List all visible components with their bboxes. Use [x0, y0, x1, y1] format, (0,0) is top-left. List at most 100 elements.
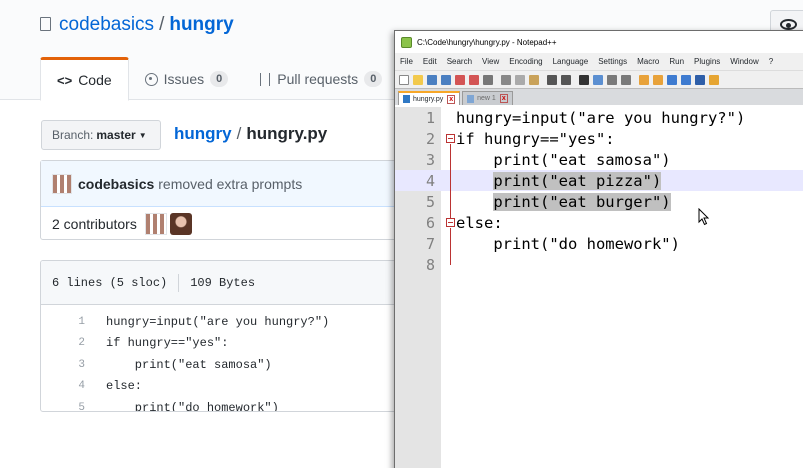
author-avatar[interactable]	[52, 173, 72, 194]
branch-select-button[interactable]: Branch: master ▼	[41, 120, 161, 150]
menu-item-plugins[interactable]: Plugins	[694, 57, 720, 66]
code-editor[interactable]: 1 hungry=input("are you hungry?") 2 if h…	[395, 107, 803, 468]
menu-item-edit[interactable]: Edit	[423, 57, 437, 66]
repo-book-icon	[40, 17, 51, 31]
line-number[interactable]: 2	[41, 337, 85, 349]
file-size: 109 Bytes	[190, 275, 256, 290]
menu-item-window[interactable]: Window	[730, 57, 758, 66]
fold-toggle-icon[interactable]	[446, 218, 455, 227]
latest-commit-row: codebasics removed extra prompts	[41, 161, 439, 207]
menu-item-language[interactable]: Language	[553, 57, 589, 66]
window-title: C:\Code\hungry\hungry.py - Notepad++	[417, 37, 557, 47]
tab-code[interactable]: <> Code	[40, 57, 129, 101]
contributors-link[interactable]: 2 contributors	[52, 216, 137, 232]
doc-tab-new-1[interactable]: new 1 x	[462, 91, 513, 105]
editor-line-number: 4	[425, 171, 435, 190]
copy-icon[interactable]	[515, 74, 525, 85]
editor-line: 8	[395, 254, 803, 275]
contributor-avatar[interactable]	[144, 213, 167, 235]
open-folder-icon[interactable]	[413, 74, 423, 85]
save-icon[interactable]	[427, 74, 437, 85]
zoom-in-icon[interactable]	[607, 74, 617, 85]
code-line: 1 hungry=input("are you hungry?")	[41, 311, 439, 333]
undo-icon[interactable]	[547, 74, 557, 85]
tab-issues[interactable]: Issues 0	[129, 57, 245, 101]
mouse-cursor-icon	[698, 208, 710, 226]
repo-name-link[interactable]: hungry	[169, 14, 233, 35]
commit-author-link[interactable]: codebasics	[78, 176, 154, 192]
repo-title: codebasics / hungry	[40, 14, 234, 36]
pull-request-icon	[260, 72, 271, 86]
new-file-icon[interactable]	[399, 74, 409, 85]
sync-scroll-icon[interactable]	[639, 74, 649, 85]
close-file-icon[interactable]	[455, 74, 465, 85]
code-text: hungry=input("are you hungry?")	[106, 315, 329, 329]
close-all-icon[interactable]	[469, 74, 479, 85]
fold-guide-line	[450, 144, 451, 224]
commit-info-box: codebasics removed extra prompts 2 contr…	[40, 160, 440, 240]
line-number[interactable]: 3	[41, 359, 85, 371]
line-number[interactable]: 4	[41, 380, 85, 392]
contributor-avatar[interactable]	[169, 213, 192, 235]
issue-icon	[144, 72, 158, 86]
menu-item-encoding[interactable]: Encoding	[509, 57, 542, 66]
file-header-divider	[178, 273, 180, 292]
code-text: print("do homework")	[106, 401, 279, 411]
issues-count-badge: 0	[210, 71, 229, 87]
find-icon[interactable]	[579, 74, 589, 85]
document-tab-bar: hungry.py x new 1 x	[395, 88, 803, 105]
editor-line: 1 hungry=input("are you hungry?")	[395, 107, 803, 128]
function-list-icon[interactable]	[709, 74, 719, 85]
code-text: print("eat samosa")	[106, 358, 272, 372]
menu-item-help[interactable]: ?	[769, 57, 773, 66]
editor-line-number: 1	[425, 108, 435, 127]
breadcrumb-repo-link[interactable]: hungry	[174, 124, 232, 143]
editor-line-number: 5	[425, 192, 435, 211]
menu-item-view[interactable]: View	[482, 57, 499, 66]
save-all-icon[interactable]	[441, 74, 451, 85]
close-tab-icon[interactable]: x	[447, 94, 456, 104]
window-title-bar[interactable]: C:\Code\hungry\hungry.py - Notepad++	[395, 31, 803, 53]
editor-line-code: print("eat samosa")	[456, 150, 671, 169]
doc-map-icon[interactable]	[695, 74, 705, 85]
menu-item-run[interactable]: Run	[669, 57, 684, 66]
repo-owner-link[interactable]: codebasics	[59, 14, 154, 35]
code-line-text: hungry=input("are you hungry?")	[106, 314, 330, 329]
breadcrumb-file-name: hungry.py	[246, 124, 328, 143]
menu-item-settings[interactable]: Settings	[598, 57, 627, 66]
editor-line: 2 if hungry=="yes":	[395, 128, 803, 149]
cut-icon[interactable]	[501, 74, 511, 85]
notepad-app-icon	[401, 36, 412, 48]
repo-title-separator: /	[159, 14, 165, 35]
show-all-chars-icon[interactable]	[667, 74, 677, 85]
replace-icon[interactable]	[593, 74, 603, 85]
file-icon	[467, 94, 475, 103]
code-line-text: if hungry=="yes":	[106, 336, 229, 351]
wrap-icon[interactable]	[653, 74, 663, 85]
tab-pull-requests[interactable]: Pull requests 0	[244, 57, 398, 101]
code-line: 3 print("eat samosa")	[41, 354, 439, 376]
doc-tab-hungry-py[interactable]: hungry.py x	[398, 91, 461, 105]
breadcrumb-separator: /	[236, 124, 242, 143]
editor-line-number: 2	[425, 129, 435, 148]
editor-line-number: 3	[425, 150, 435, 169]
zoom-out-icon[interactable]	[621, 74, 631, 85]
tab-code-label: Code	[78, 72, 112, 88]
code-text: else:	[106, 379, 142, 393]
print-icon[interactable]	[483, 74, 493, 85]
menu-item-search[interactable]: Search	[447, 57, 472, 66]
indent-guide-icon[interactable]	[681, 74, 691, 85]
code-line: 2 if hungry=="yes":	[41, 333, 439, 355]
editor-line: 3 print("eat samosa")	[395, 149, 803, 170]
line-number[interactable]: 5	[41, 402, 85, 411]
menu-item-file[interactable]: File	[400, 57, 413, 66]
redo-icon[interactable]	[561, 74, 571, 85]
menu-item-macro[interactable]: Macro	[637, 57, 659, 66]
paste-icon[interactable]	[529, 74, 539, 85]
close-tab-icon[interactable]: x	[499, 94, 508, 103]
code-icon: <>	[57, 72, 73, 88]
line-number[interactable]: 1	[41, 316, 85, 328]
commit-message-link[interactable]: removed extra prompts	[158, 176, 302, 192]
fold-toggle-icon[interactable]	[446, 134, 455, 143]
editor-line-number: 7	[425, 234, 435, 253]
